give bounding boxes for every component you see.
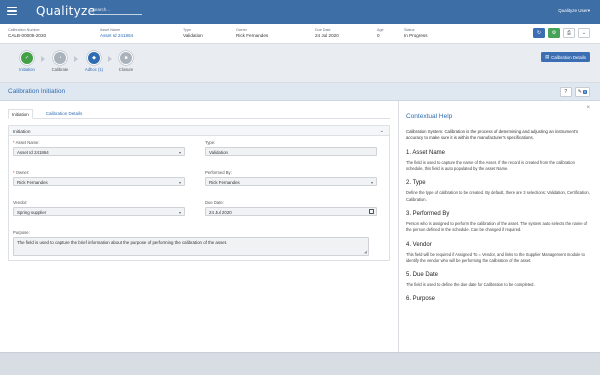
workflow-step-closure[interactable]: ■ Closure (114, 51, 138, 72)
adhoc-icon: ◆ (87, 51, 101, 65)
help-heading: 3. Performed By (406, 211, 450, 217)
settings-icon: ⚙ (551, 29, 557, 36)
vendor-field: Vendor: Spring supplier ▾ (13, 200, 185, 216)
help-title: Contextual Help (406, 113, 453, 120)
search-input[interactable]: Search... (92, 6, 142, 15)
panel-divider (398, 101, 399, 353)
close-icon[interactable]: × (586, 105, 590, 111)
form-tabs: Initiation Calibration Details (8, 109, 390, 119)
calibration-details-button[interactable]: ▤ Calibration Details (541, 52, 590, 62)
chevron-down-icon: ⌄ (581, 29, 587, 36)
caret-down-icon: ▾ (178, 179, 181, 185)
chevron-down-icon[interactable]: ⌄ (380, 128, 384, 134)
workflow-step-initiation[interactable]: ✓ Initiation (15, 51, 39, 72)
print-icon: ⎙ (566, 29, 571, 36)
caret-down-icon: ▾ (178, 149, 181, 155)
record-field-status: Status In Progress (404, 28, 428, 39)
panel-title: Calibration Initiation (8, 88, 66, 95)
caret-down-icon: ▾ (178, 209, 181, 215)
arrow-right-icon (41, 56, 45, 62)
owner-select[interactable]: Rick Fernandes ▾ (13, 177, 185, 186)
record-field-age: Age 0 (377, 28, 384, 39)
arrow-right-icon (108, 56, 112, 62)
workflow-step-adhoc[interactable]: ◆ Adhoc (1) (82, 51, 106, 72)
vendor-select[interactable]: Spring supplier ▾ (13, 207, 185, 216)
arrow-right-icon (74, 56, 78, 62)
help-text: This field will be required if Assigned … (406, 251, 585, 263)
closure-icon: ■ (119, 51, 133, 65)
refresh-icon: ↻ (536, 29, 542, 36)
refresh-button[interactable]: ↻ (533, 27, 545, 38)
gauge-icon: ◔ (53, 51, 67, 65)
record-action-buttons: ↻ ⚙ ⎙ ⌄ (533, 27, 590, 38)
owner-field: * Owner: Rick Fernandes ▾ (13, 170, 185, 186)
record-field-due-date: Due Date 24 Jul 2020 (315, 28, 339, 39)
help-heading: 1. Asset Name (406, 149, 446, 156)
form-area: Initiation Calibration Details Initiatio… (8, 109, 390, 349)
help-text: The field is used to capture the name of… (406, 159, 575, 172)
help-text: The field is used to define the due date… (406, 282, 535, 288)
initiation-section: Initiation ⌄ * Asset Name: Asset Id 2418… (8, 125, 390, 261)
due-date-field: Due Date: 24 Jul 2020 (205, 200, 377, 216)
performed-by-field: Performed By: Rick Fernandes ▾ (205, 170, 377, 186)
panel-header: Calibration Initiation ? ✎ 0 (0, 83, 600, 101)
help-button[interactable]: ? (559, 86, 572, 97)
document-icon: ▤ (545, 54, 550, 59)
purpose-textarea[interactable]: The field is used to capture the brief i… (13, 237, 369, 256)
help-icon: ? (564, 88, 568, 95)
help-heading: 5. Due Date (406, 272, 439, 279)
app-logo[interactable]: Qualityze (36, 4, 95, 18)
help-text: Person who is assigned to perform the ca… (406, 221, 588, 233)
record-field-asset-name: Asset Name Asset Id 241864 (100, 28, 134, 39)
calendar-icon[interactable] (369, 209, 374, 215)
attachments-button[interactable]: ✎ 0 (574, 86, 590, 97)
paperclip-icon: ✎ (577, 88, 582, 95)
purpose-field: Purpose: The field is used to capture th… (13, 230, 369, 256)
type-value: Validation (205, 147, 377, 156)
help-heading: 2. Type (406, 180, 426, 187)
workflow-step-calibrate[interactable]: ◔ Calibrate (48, 51, 72, 72)
workflow-stepper: ✓ Initiation ◔ Calibrate ◆ Adhoc (1) ■ C… (0, 44, 600, 82)
section-header[interactable]: Initiation ⌄ (9, 126, 389, 136)
record-field-calibration-number: Calibration Number CALB-00005-2020 (8, 28, 47, 39)
tab-calibration-details[interactable]: Calibration Details (43, 109, 86, 118)
attachments-count-badge: 0 (583, 89, 587, 94)
user-menu[interactable]: Qualityze User▾ (558, 8, 590, 14)
help-heading: 6. Purpose (406, 296, 436, 303)
caret-down-icon: ▾ (370, 179, 373, 185)
performed-by-select[interactable]: Rick Fernandes ▾ (205, 177, 377, 186)
asset-name-field: * Asset Name: Asset Id 241864 ▾ (13, 140, 185, 156)
contextual-help-pane: × Contextual Help Calibration System: Ca… (406, 101, 592, 353)
check-icon: ✓ (20, 51, 34, 65)
calibration-initiation-panel: Calibration Initiation ? ✎ 0 Initiation … (0, 82, 600, 353)
due-date-input[interactable]: 24 Jul 2020 (205, 207, 377, 216)
panel-header-buttons: ? ✎ 0 (559, 86, 590, 97)
footer-bar (0, 352, 600, 375)
record-summary-bar: Calibration Number CALB-00005-2020 Asset… (0, 24, 600, 44)
section-title: Initiation (13, 128, 31, 134)
menu-icon[interactable] (7, 7, 17, 15)
print-button[interactable]: ⎙ (563, 27, 575, 38)
asset-link[interactable]: Asset Id 241864 (100, 33, 133, 38)
help-intro: Calibration System: Calibration is the p… (406, 129, 579, 141)
help-text: Define the type of calibration to be cre… (406, 190, 590, 202)
help-body: Calibration System: Calibration is the p… (406, 129, 592, 302)
record-field-type: Type Validation (183, 28, 203, 39)
tab-initiation[interactable]: Initiation (8, 109, 33, 119)
asset-name-select[interactable]: Asset Id 241864 ▾ (13, 147, 185, 156)
help-heading: 4. Vendor (406, 241, 432, 248)
more-button[interactable]: ⌄ (578, 27, 590, 38)
settings-button[interactable]: ⚙ (548, 27, 560, 38)
record-field-owner: Owner Rick Fernandes (236, 28, 269, 39)
type-field: Type: Validation (205, 140, 377, 156)
resize-grip-icon[interactable]: ◢ (364, 249, 367, 254)
top-nav-bar: Qualityze Search... Qualityze User▾ (0, 0, 600, 24)
